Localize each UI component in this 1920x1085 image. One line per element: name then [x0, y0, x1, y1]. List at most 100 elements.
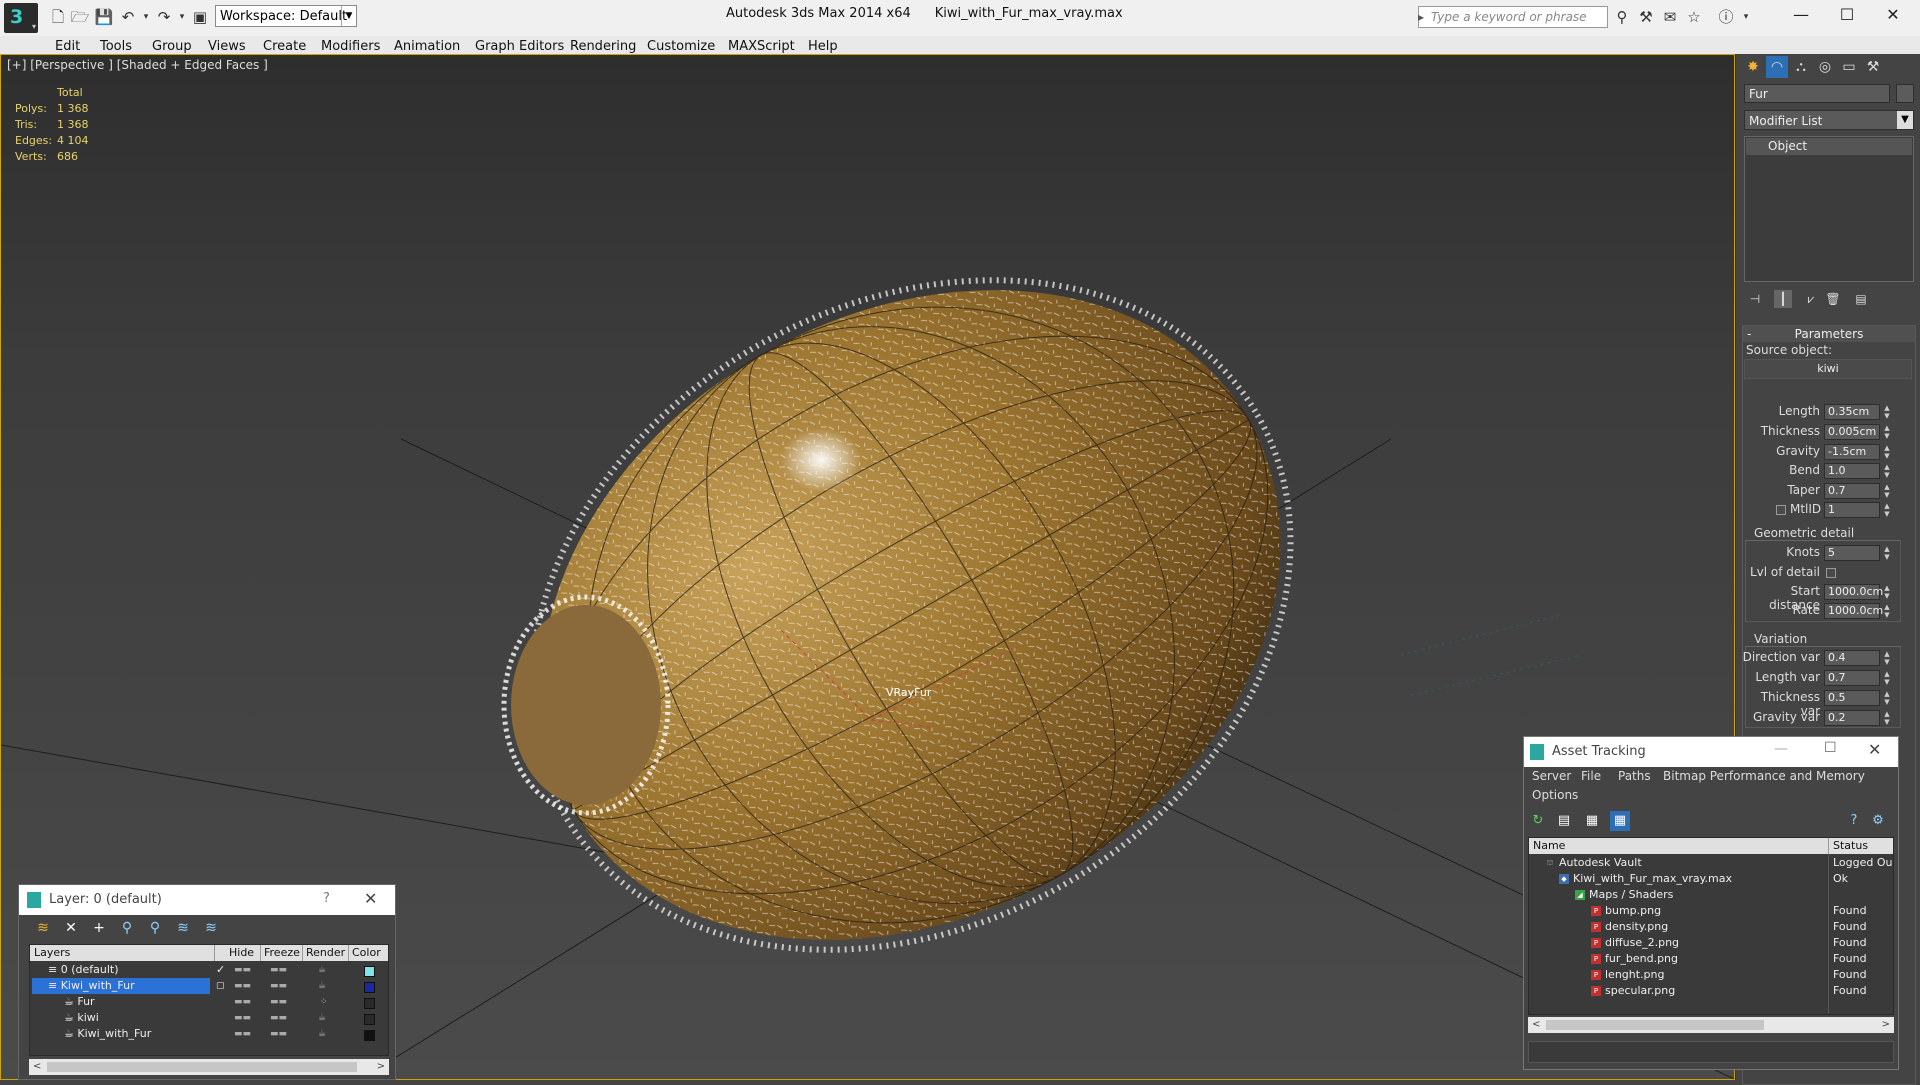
asset-row[interactable]: ◢ Maps / Shaders: [1529, 887, 1893, 903]
refresh-icon[interactable]: ↻: [1528, 811, 1548, 831]
hide-toggle[interactable]: ▬▬: [234, 1026, 251, 1042]
freeze-toggle[interactable]: ▬▬: [270, 962, 287, 978]
hide-toggle[interactable]: ▬▬: [234, 962, 251, 978]
length-var-field[interactable]: 0.7: [1824, 670, 1880, 686]
layer-color-swatch[interactable]: [364, 982, 375, 993]
thickness-var-spinner[interactable]: ▲ ▼: [1883, 690, 1891, 706]
taper-field[interactable]: 0.7: [1824, 483, 1880, 499]
direction-var-spinner[interactable]: ▲ ▼: [1883, 650, 1891, 666]
asset-panel-titlebar[interactable]: Asset Tracking — ☐ ✕: [1524, 737, 1898, 767]
maximize-button[interactable]: ☐: [1824, 740, 1837, 756]
start-distance-spinner[interactable]: ▲ ▼: [1883, 584, 1891, 600]
length-var-spinner[interactable]: ▲ ▼: [1883, 670, 1891, 686]
menu-animation[interactable]: Animation: [394, 39, 460, 54]
project-folder-icon[interactable]: ▣: [190, 7, 210, 27]
thumbnail-view-icon[interactable]: ▦: [1582, 811, 1602, 831]
layer-color-swatch[interactable]: [364, 998, 375, 1009]
bend-spinner[interactable]: ▲ ▼: [1883, 463, 1891, 479]
layer-panel-titlebar[interactable]: Layer: 0 (default) ? ✕: [19, 885, 395, 915]
modify-tab-icon[interactable]: ◠: [1766, 56, 1788, 78]
render-teapot-icon[interactable]: ☕: [318, 978, 326, 994]
undo-icon[interactable]: ↶: [118, 7, 138, 27]
mtlid-field[interactable]: 1: [1824, 502, 1880, 518]
asset-row[interactable]: ◆ Kiwi_with_Fur_max_vray.max Ok: [1529, 871, 1893, 887]
thickness-var-field[interactable]: 0.5: [1824, 690, 1880, 706]
hide-all-icon[interactable]: ≋: [173, 919, 193, 937]
scrollbar-thumb[interactable]: [1546, 1020, 1764, 1030]
freeze-toggle[interactable]: ▬▬: [270, 978, 287, 994]
select-objects-icon[interactable]: ⚲: [117, 919, 137, 937]
menu-create[interactable]: Create: [263, 39, 306, 54]
stack-item-object[interactable]: Object: [1746, 138, 1912, 155]
scroll-left-icon[interactable]: <: [1532, 1017, 1540, 1033]
communication-icon[interactable]: ✉: [1660, 7, 1680, 27]
menu-options[interactable]: Options: [1532, 788, 1578, 802]
add-to-layer-icon[interactable]: +: [89, 919, 109, 937]
column-freeze[interactable]: Freeze: [264, 946, 300, 959]
redo-dropdown-icon[interactable]: ▾: [172, 7, 192, 27]
column-layers[interactable]: Layers: [34, 946, 70, 959]
column-status[interactable]: Status: [1833, 839, 1868, 852]
layer-row[interactable]: ☕ Kiwi_with_Fur ▬▬ ▬▬ ☕: [30, 1026, 388, 1042]
hide-toggle[interactable]: ▬▬: [234, 994, 251, 1010]
layer-row[interactable]: ☕ kiwi ▬▬ ▬▬ ☕: [30, 1010, 388, 1026]
menu-graph-editors[interactable]: Graph Editors: [475, 39, 564, 54]
help-search-input[interactable]: Type a keyword or phrase: [1418, 6, 1608, 28]
modifier-list-dropdown[interactable]: Modifier List ▼: [1744, 110, 1914, 130]
redo-icon[interactable]: ↷: [154, 7, 174, 27]
gravity-field[interactable]: -1.5cm: [1824, 444, 1880, 460]
help-button[interactable]: ?: [323, 891, 330, 906]
asset-row[interactable]: P density.png Found: [1529, 919, 1893, 935]
render-teapot-icon[interactable]: ☕: [318, 1010, 326, 1026]
make-unique-icon[interactable]: ⩗: [1802, 290, 1820, 308]
menu-maxscript[interactable]: MAXScript: [728, 39, 795, 54]
taper-spinner[interactable]: ▲ ▼: [1883, 483, 1891, 499]
configure-modifier-sets-icon[interactable]: ▤: [1852, 290, 1870, 308]
asset-row[interactable]: P diffuse_2.png Found: [1529, 935, 1893, 951]
list-view-icon[interactable]: ▤: [1554, 811, 1574, 831]
layer-row[interactable]: ≡ 0 (default) ✓ ▬▬ ▬▬ ☕: [30, 962, 388, 978]
thickness-field[interactable]: 0.005cm: [1824, 424, 1880, 440]
mtlid-checkbox[interactable]: [1776, 505, 1786, 515]
object-name-field[interactable]: Fur: [1744, 84, 1890, 103]
menu-server[interactable]: Server: [1532, 769, 1571, 783]
horizontal-scrollbar[interactable]: < >: [29, 1059, 389, 1075]
length-field[interactable]: 0.35cm: [1824, 404, 1880, 420]
scroll-right-icon[interactable]: >: [377, 1059, 385, 1075]
source-object-button[interactable]: kiwi: [1744, 359, 1912, 379]
utilities-tab-icon[interactable]: ⚒: [1862, 56, 1884, 78]
close-button[interactable]: ✕: [1870, 2, 1916, 28]
parameters-rollout-header[interactable]: - Parameters: [1743, 326, 1915, 342]
menu-tools[interactable]: Tools: [100, 39, 132, 54]
scroll-right-icon[interactable]: >: [1882, 1017, 1890, 1033]
close-icon[interactable]: ✕: [364, 889, 377, 908]
workspace-dropdown[interactable]: Workspace: Default ▼: [215, 5, 357, 27]
active-check-icon[interactable]: ✓: [216, 962, 225, 978]
open-file-icon[interactable]: 🗁: [70, 7, 90, 27]
modifier-stack[interactable]: Object: [1744, 136, 1914, 282]
asset-row[interactable]: ⛫ Autodesk Vault Logged Ou: [1529, 855, 1893, 871]
asset-row[interactable]: P bump.png Found: [1529, 903, 1893, 919]
motion-tab-icon[interactable]: ◎: [1814, 56, 1836, 78]
menu-views[interactable]: Views: [208, 39, 246, 54]
freeze-all-icon[interactable]: ≋: [201, 919, 221, 937]
scroll-left-icon[interactable]: <: [33, 1059, 41, 1075]
render-teapot-icon[interactable]: ☕: [318, 962, 326, 978]
chevron-down-icon[interactable]: ▼: [341, 6, 356, 26]
knots-spinner[interactable]: ▲ ▼: [1883, 545, 1891, 561]
hide-toggle[interactable]: ▬▬: [234, 978, 251, 994]
lod-checkbox[interactable]: [1826, 568, 1836, 578]
freeze-toggle[interactable]: ▬▬: [270, 994, 287, 1010]
direction-var-field[interactable]: 0.4: [1824, 650, 1880, 666]
favorites-star-icon[interactable]: ☆: [1684, 7, 1704, 27]
column-name[interactable]: Name: [1533, 839, 1565, 852]
knots-field[interactable]: 5: [1824, 545, 1880, 561]
create-tab-icon[interactable]: ✸: [1742, 56, 1764, 78]
gravity-var-spinner[interactable]: ▲ ▼: [1883, 710, 1891, 726]
help-icon[interactable]: ⓘ: [1716, 7, 1736, 27]
object-color-swatch[interactable]: [1896, 84, 1914, 103]
maximize-button[interactable]: ☐: [1824, 2, 1870, 28]
display-tab-icon[interactable]: ▭: [1838, 56, 1860, 78]
render-dots-icon[interactable]: ⁘: [320, 994, 328, 1010]
subscription-icon[interactable]: ⚒: [1636, 7, 1656, 27]
